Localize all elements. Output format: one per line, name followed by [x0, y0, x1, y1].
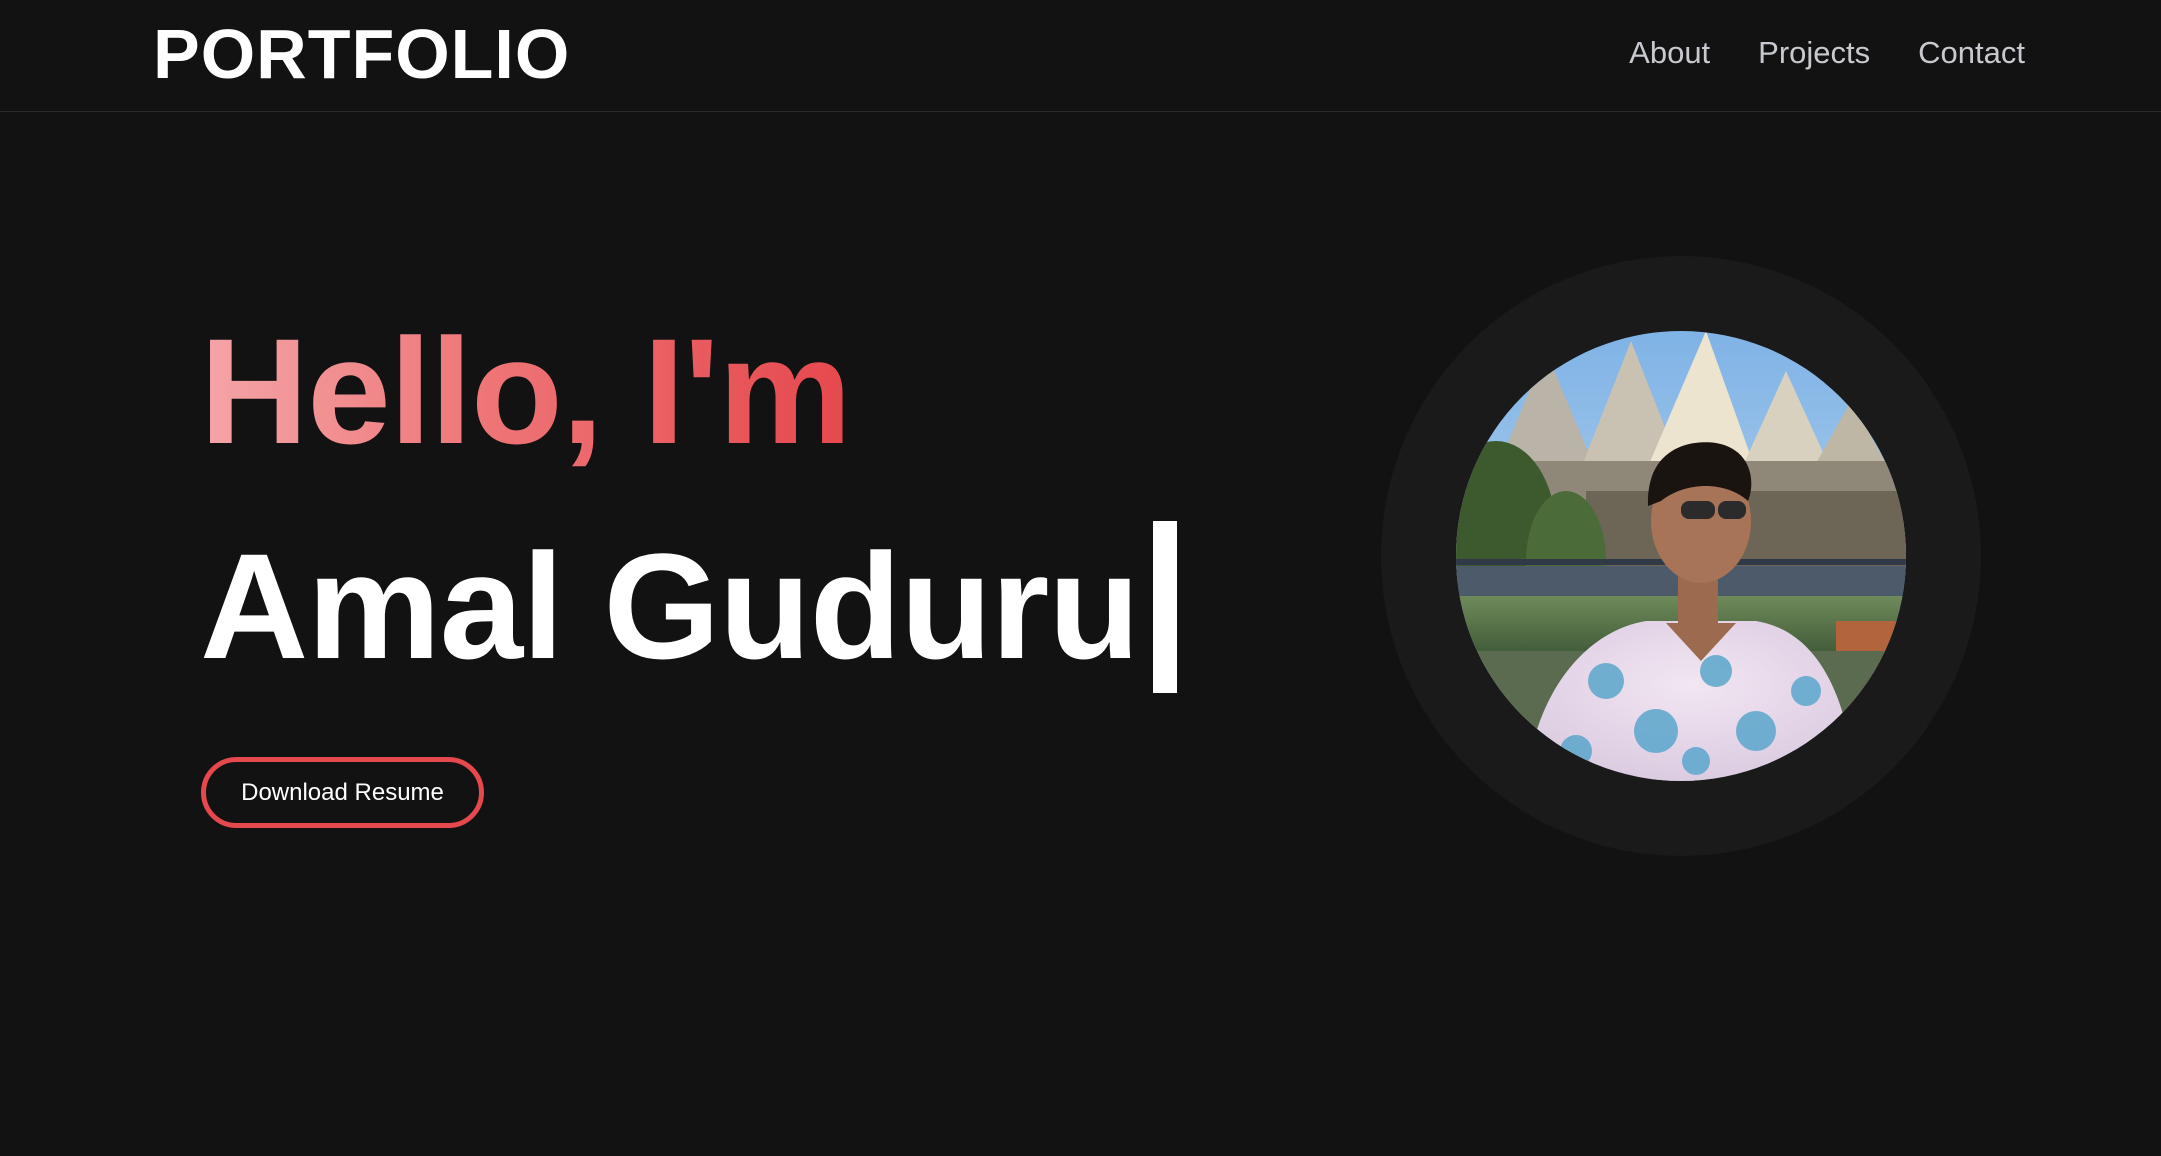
main-nav: About Projects Contact [1629, 30, 2025, 76]
typing-caret [1153, 520, 1178, 693]
site-header: PORTFOLIO About Projects Contact [0, 0, 2161, 112]
nav-link-projects[interactable]: Projects [1758, 30, 1870, 76]
nav-link-contact[interactable]: Contact [1918, 30, 2025, 76]
nav-link-about[interactable]: About [1629, 30, 1710, 76]
hero-name-line: Amal Guduru [200, 519, 1178, 694]
download-resume-button[interactable]: Download Resume [201, 757, 484, 828]
hero-name: Amal Guduru [200, 522, 1140, 690]
hero-greeting: Hello, I'm [200, 307, 852, 475]
profile-photo [1456, 331, 1906, 781]
logo-link[interactable]: PORTFOLIO [153, 14, 570, 94]
page: PORTFOLIO About Projects Contact Hello, … [0, 0, 2161, 1156]
